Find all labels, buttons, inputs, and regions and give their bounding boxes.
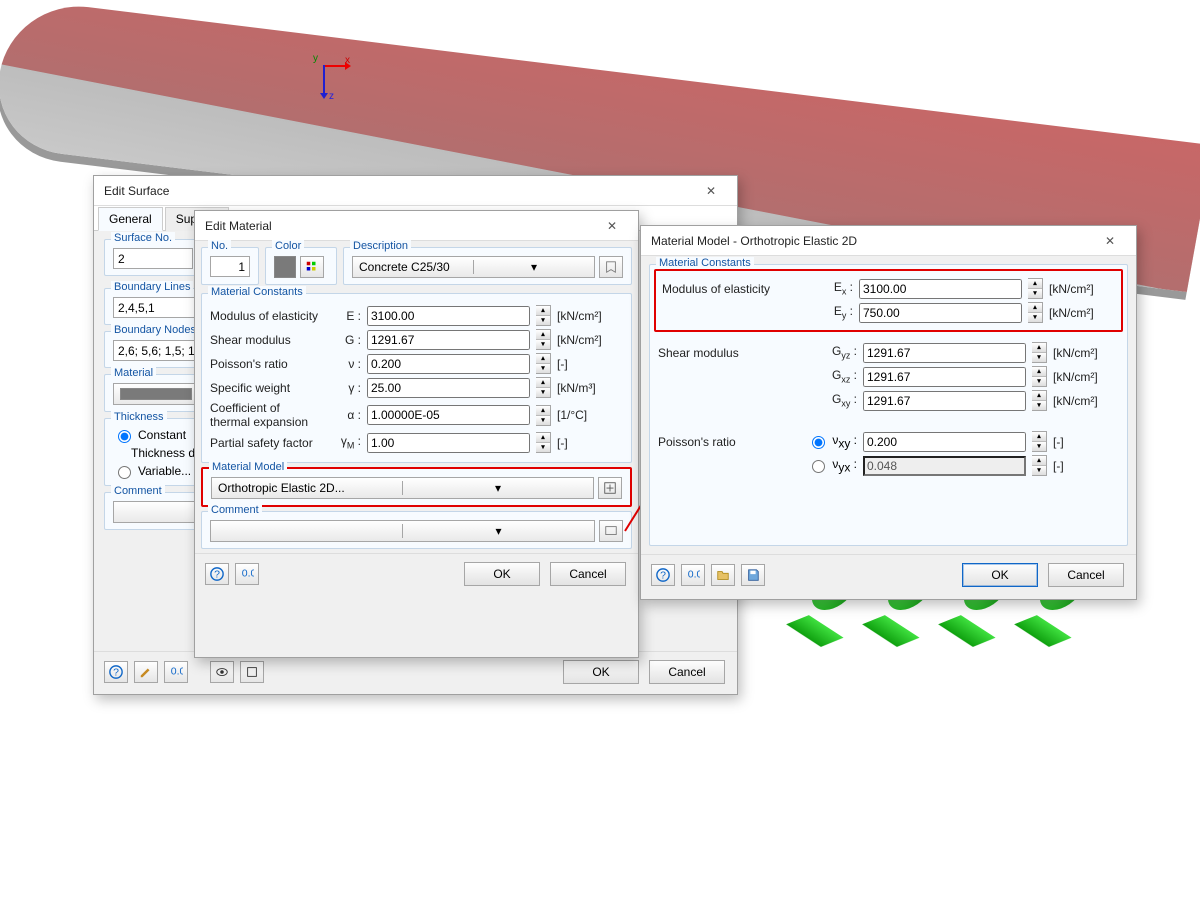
surface-no-input[interactable] — [113, 248, 193, 269]
gammaM-label: Partial safety factor — [210, 436, 321, 450]
alpha-label: Coefficient of thermal expansion — [210, 401, 321, 429]
spinner-icon[interactable]: ▴▾ — [1028, 278, 1043, 299]
material-model-edit-icon[interactable] — [598, 477, 622, 499]
ortho-cancel-button[interactable]: Cancel — [1048, 563, 1124, 587]
library-icon[interactable] — [599, 256, 623, 278]
gyz-input[interactable] — [863, 343, 1026, 363]
gamma-label: Specific weight — [210, 381, 321, 395]
spinner-icon[interactable]: ▴▾ — [536, 405, 551, 426]
spinner-icon[interactable]: ▴▾ — [536, 432, 551, 453]
render-icon[interactable] — [240, 661, 264, 683]
boundary-nodes-label: Boundary Nodes — [111, 324, 199, 336]
e-input[interactable] — [367, 306, 530, 326]
ortho-constants-label: Material Constants — [656, 257, 754, 269]
help-icon[interactable]: ? — [651, 564, 675, 586]
surface-cancel-button[interactable]: Cancel — [649, 660, 725, 684]
gxy-input[interactable] — [863, 391, 1026, 411]
ey-input[interactable] — [859, 303, 1022, 323]
svg-text:?: ? — [113, 667, 119, 679]
nu-label: Poisson's ratio — [210, 357, 321, 371]
material-cancel-button[interactable]: Cancel — [550, 562, 626, 586]
units-icon[interactable]: 0.00 — [164, 661, 188, 683]
orthotropic-title: Material Model - Orthotropic Elastic 2D — [651, 234, 1090, 248]
material-constants-label: Material Constants — [208, 286, 306, 298]
ortho-ok-button[interactable]: OK — [962, 563, 1038, 587]
spinner-icon[interactable]: ▴▾ — [1032, 431, 1047, 452]
edit-icon[interactable] — [134, 661, 158, 683]
edit-surface-titlebar[interactable]: Edit Surface ✕ — [94, 176, 737, 206]
help-icon[interactable]: ? — [104, 661, 128, 683]
alpha-input[interactable] — [367, 405, 530, 425]
nuxy-radio[interactable]: νxy : — [807, 433, 857, 450]
open-icon[interactable] — [711, 564, 735, 586]
nu-input[interactable] — [367, 354, 530, 374]
svg-text:0.00: 0.00 — [171, 666, 183, 678]
e-label: Modulus of elasticity — [210, 309, 321, 323]
units-icon[interactable]: 0.00 — [235, 563, 259, 585]
orthotropic-dialog: Material Model - Orthotropic Elastic 2D … — [640, 225, 1137, 600]
material-comment-label: Comment — [208, 504, 262, 516]
material-no-input[interactable] — [210, 256, 250, 277]
save-icon[interactable] — [741, 564, 765, 586]
nuxy-input[interactable] — [863, 432, 1026, 452]
edit-material-dialog: Edit Material ✕ No. Color Description Co… — [194, 210, 639, 658]
coordinate-origin: x y z — [323, 55, 363, 95]
boundary-lines-label: Boundary Lines — [111, 281, 193, 293]
spinner-icon[interactable]: ▴▾ — [536, 305, 551, 326]
material-ok-button[interactable]: OK — [464, 562, 540, 586]
spinner-icon[interactable]: ▴▾ — [536, 329, 551, 350]
gammaM-input[interactable] — [367, 433, 530, 453]
material-no-label: No. — [208, 240, 231, 252]
close-icon[interactable]: ✕ — [691, 178, 731, 204]
ortho-e-label: Modulus of elasticity — [662, 282, 813, 296]
spinner-icon[interactable]: ▴▾ — [536, 377, 551, 398]
comment-pick-icon[interactable] — [599, 520, 623, 542]
svg-text:0.00: 0.00 — [688, 569, 700, 581]
material-desc-label: Description — [350, 240, 411, 252]
edit-material-title: Edit Material — [205, 219, 592, 233]
thickness-d-label: Thickness d: — [131, 446, 198, 460]
edit-material-titlebar[interactable]: Edit Material ✕ — [195, 211, 638, 241]
spinner-icon[interactable]: ▴▾ — [1032, 342, 1047, 363]
spinner-icon[interactable]: ▴▾ — [1032, 366, 1047, 387]
surface-ok-button[interactable]: OK — [563, 660, 639, 684]
spinner-icon[interactable]: ▴▾ — [1032, 455, 1047, 476]
material-group-label: Material — [111, 367, 156, 379]
ortho-nu-label: Poisson's ratio — [658, 435, 801, 449]
eye-icon[interactable] — [210, 661, 234, 683]
surface-no-label: Surface No. — [111, 232, 175, 244]
spinner-icon[interactable]: ▴▾ — [1028, 302, 1043, 323]
material-model-combo[interactable]: Orthotropic Elastic 2D...▾ — [211, 477, 594, 499]
material-model-label: Material Model — [209, 461, 287, 473]
g-input[interactable] — [367, 330, 530, 350]
spinner-icon[interactable]: ▴▾ — [536, 353, 551, 374]
color-picker-icon[interactable] — [300, 256, 324, 278]
thickness-group-label: Thickness — [111, 411, 167, 423]
svg-text:?: ? — [660, 570, 666, 582]
g-label: Shear modulus — [210, 333, 321, 347]
gxz-input[interactable] — [863, 367, 1026, 387]
material-color-label: Color — [272, 240, 304, 252]
spinner-icon[interactable]: ▴▾ — [1032, 390, 1047, 411]
nuyx-input — [863, 456, 1026, 476]
ortho-g-label: Shear modulus — [658, 346, 817, 360]
svg-text:?: ? — [214, 569, 220, 581]
units-icon[interactable]: 0.00 — [681, 564, 705, 586]
gamma-input[interactable] — [367, 378, 530, 398]
surface-comment-label: Comment — [111, 485, 165, 497]
tab-general[interactable]: General — [98, 207, 163, 231]
ex-input[interactable] — [859, 279, 1022, 299]
svg-text:0.00: 0.00 — [242, 568, 254, 580]
material-desc-combo[interactable]: Concrete C25/30▾ — [352, 256, 595, 278]
material-color-swatch — [274, 256, 296, 278]
material-comment-combo[interactable]: ▾ — [210, 520, 595, 542]
orthotropic-titlebar[interactable]: Material Model - Orthotropic Elastic 2D … — [641, 226, 1136, 256]
close-icon[interactable]: ✕ — [592, 213, 632, 239]
edit-surface-title: Edit Surface — [104, 184, 691, 198]
nuyx-radio[interactable]: νyx : — [807, 457, 857, 474]
help-icon[interactable]: ? — [205, 563, 229, 585]
close-icon[interactable]: ✕ — [1090, 228, 1130, 254]
